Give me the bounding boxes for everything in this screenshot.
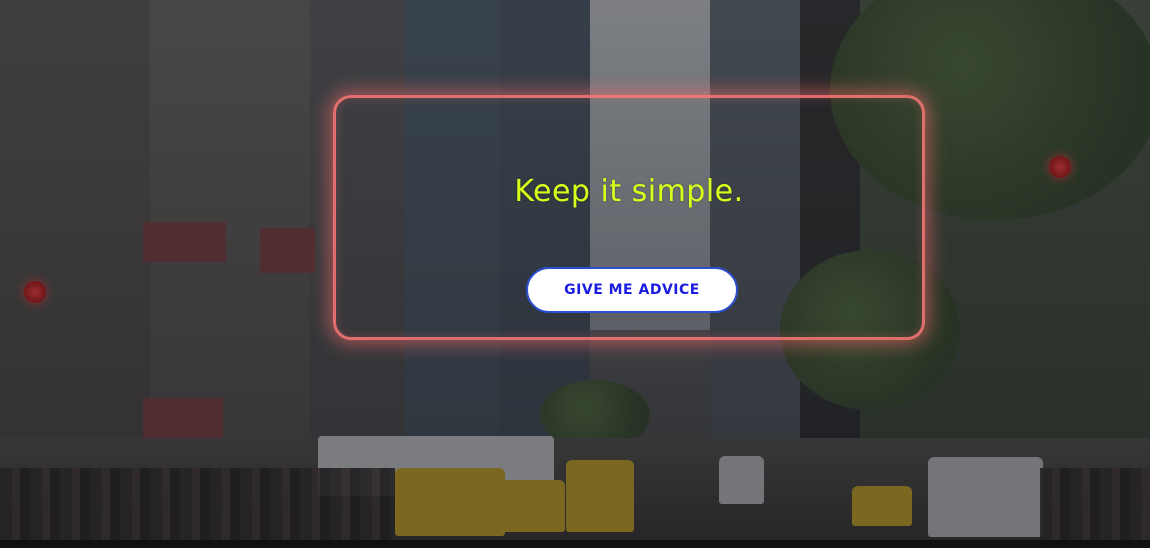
advice-card: Keep it simple. GIVE ME ADVICE bbox=[333, 95, 925, 340]
bottom-strip bbox=[0, 540, 1150, 548]
give-advice-button[interactable]: GIVE ME ADVICE bbox=[526, 267, 738, 313]
page: Keep it simple. GIVE ME ADVICE bbox=[0, 0, 1150, 548]
advice-text: Keep it simple. bbox=[514, 174, 744, 209]
